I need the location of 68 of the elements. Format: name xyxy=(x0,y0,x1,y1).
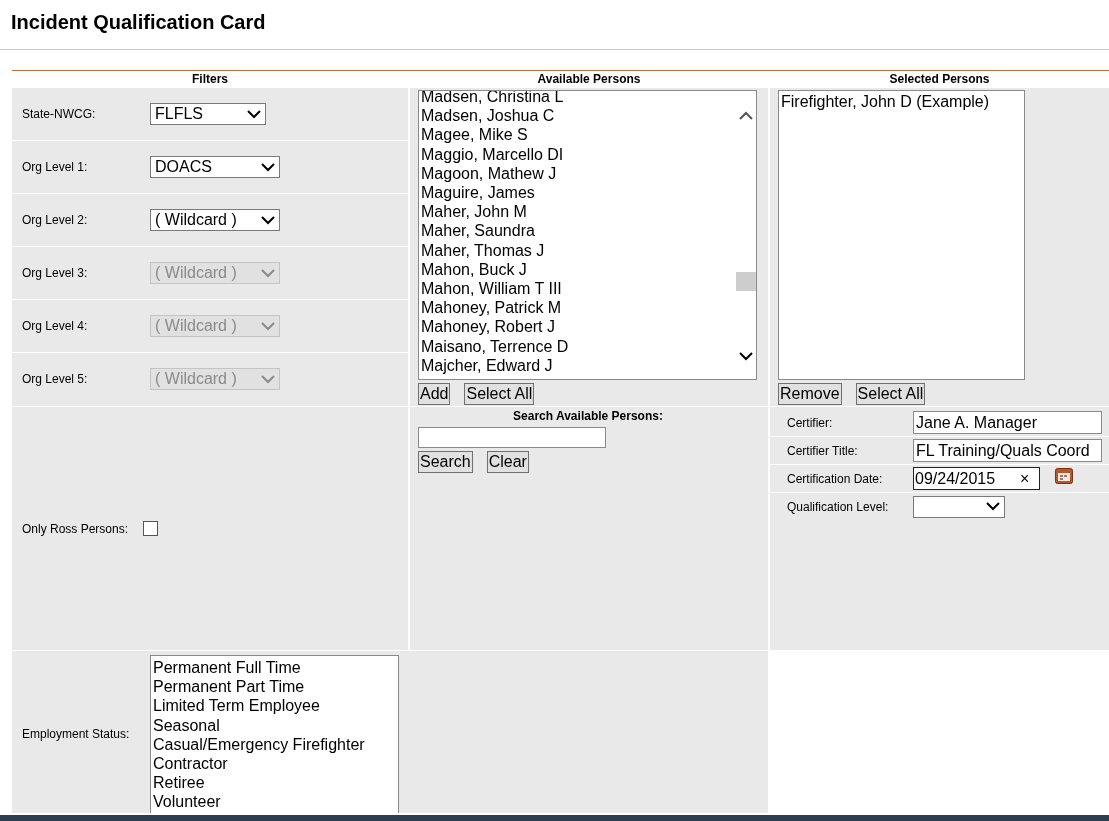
list-item[interactable]: Limited Term Employee xyxy=(153,696,398,716)
field-label: Org Level 1: xyxy=(21,160,89,174)
chevron-icon xyxy=(261,215,275,225)
chevron-icon xyxy=(261,162,275,172)
list-item[interactable]: Permanent Full Time xyxy=(153,658,398,678)
list-item[interactable]: Casual/Emergency Firefighter xyxy=(153,734,398,754)
field-label: Org Level 4: xyxy=(21,319,89,333)
field-label: Org Level 5: xyxy=(21,372,89,386)
list-item[interactable]: Maisano, Terrence D xyxy=(421,336,736,356)
list-item[interactable]: Magoon, Mathew J xyxy=(421,163,736,183)
search-field[interactable] xyxy=(418,427,606,448)
field-label: Employment Status: xyxy=(21,727,131,741)
list-item[interactable]: Majcher, Edward J xyxy=(421,355,736,376)
field-label: Org Level 3: xyxy=(21,266,89,280)
list-item[interactable]: Magee, Mike S xyxy=(421,125,736,145)
chevron-icon xyxy=(261,321,275,331)
dropdown[interactable] xyxy=(913,495,1005,518)
text-field[interactable]: FL Training/Quals Coord xyxy=(913,439,1102,462)
button[interactable]: Remove xyxy=(778,383,842,405)
column-header: Available Persons xyxy=(536,71,642,87)
list-item[interactable]: Maggio, Marcello DI xyxy=(421,144,736,164)
button[interactable]: Search xyxy=(418,451,473,473)
list-item[interactable]: Mahon, William T III xyxy=(421,279,736,299)
checkbox[interactable] xyxy=(143,521,158,536)
list-item[interactable]: Mahoney, Patrick M xyxy=(421,298,736,318)
field-label: Certifier: xyxy=(786,415,834,430)
chevron-icon xyxy=(986,502,1000,511)
clear-button[interactable]: × xyxy=(1020,469,1030,488)
list-item[interactable]: Maher, John M xyxy=(421,202,736,222)
list-item[interactable]: Maher, Thomas J xyxy=(421,240,736,260)
field-label: State-NWCG: xyxy=(21,107,97,121)
list-item[interactable]: Maher, Saundra xyxy=(421,221,736,241)
date-field[interactable]: 09/24/2015 × xyxy=(913,467,1040,490)
button[interactable]: Clear xyxy=(486,451,529,473)
list-item[interactable]: Maguire, James xyxy=(421,183,736,203)
list-box[interactable]: Firefighter, John D (Example) xyxy=(778,90,1025,380)
list-item[interactable]: Permanent Part Time xyxy=(153,677,398,697)
dropdown[interactable]: DOACS xyxy=(150,156,280,178)
list-item[interactable]: Retiree xyxy=(153,773,398,793)
field-label: Qualification Level: xyxy=(786,499,890,514)
list-item[interactable]: Seasonal xyxy=(153,715,398,735)
field-label: Certification Date: xyxy=(786,471,884,486)
chevron-icon xyxy=(261,268,275,278)
field-label: Certifier Title: xyxy=(786,443,859,458)
calendar-icon[interactable] xyxy=(1055,467,1073,484)
list-item[interactable]: Mahon, Buck J xyxy=(421,259,736,280)
list-item[interactable]: Volunteer xyxy=(153,792,398,812)
list-item[interactable]: Madsen, Christina L xyxy=(421,91,736,107)
dropdown[interactable]: ( Wildcard ) xyxy=(150,209,280,231)
column-header: Selected Persons xyxy=(888,71,991,87)
text-field[interactable]: Jane A. Manager xyxy=(913,411,1102,434)
list-item[interactable]: Mahoney, Robert J xyxy=(421,317,736,337)
list-item[interactable]: Firefighter, John D (Example) xyxy=(781,92,1024,112)
chevron-icon xyxy=(247,109,261,119)
dropdown[interactable]: FLFLS xyxy=(150,103,266,125)
column-header: Filters xyxy=(191,71,229,87)
list-item[interactable]: Madsen, Joshua C xyxy=(421,106,736,126)
button[interactable]: Select All xyxy=(855,383,926,405)
search-label: Search Available Persons: xyxy=(512,409,664,425)
scroll-thumb[interactable] xyxy=(736,271,756,291)
button[interactable]: Add xyxy=(418,383,451,405)
page-title: Incident Qualification Card xyxy=(10,10,267,35)
checkbox-label: Only Ross Persons: xyxy=(21,521,130,536)
button[interactable]: Select All xyxy=(464,383,535,405)
list-item[interactable]: Contractor xyxy=(153,754,398,774)
list-box[interactable]: Permanent Full Time Permanent Part Time Limited Term Employee Seasonal Casual/Emergency Firefighter Contractor Retiree Volunteer xyxy=(150,655,399,813)
field-label: Org Level 2: xyxy=(21,213,89,227)
chevron-icon xyxy=(261,374,275,384)
